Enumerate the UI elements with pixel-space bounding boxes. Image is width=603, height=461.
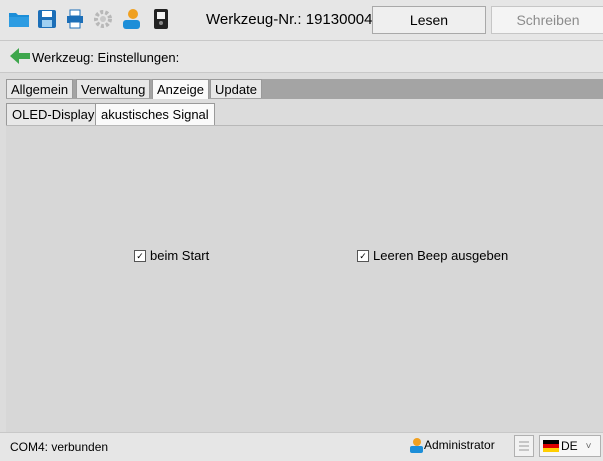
read-button[interactable]: Lesen	[372, 6, 486, 34]
empty-beep-checkbox[interactable]: ✓ Leeren Beep ausgeben	[357, 248, 508, 263]
user-name: Administrator	[424, 438, 495, 452]
save-disk-icon[interactable]	[34, 4, 60, 34]
tab-oled-display[interactable]: OLED-Display	[6, 103, 101, 125]
user-status[interactable]: Administrator	[408, 437, 495, 453]
back-arrow-icon[interactable]	[10, 48, 30, 69]
start-checkbox-label: beim Start	[150, 248, 210, 263]
language-select[interactable]: DE ˅	[539, 435, 601, 457]
chevron-down-icon[interactable]: ˅	[586, 441, 592, 452]
main-toolbar: Werkzeug-Nr.: 19130004 Lesen Schreiben	[0, 0, 603, 41]
tab-verwaltung[interactable]: Verwaltung	[76, 79, 151, 98]
main-tabs: Allgemein Verwaltung Anzeige Update	[6, 79, 603, 99]
checkbox-checked-icon[interactable]: ✓	[134, 249, 146, 262]
administrator-icon	[410, 438, 423, 453]
tab-anzeige[interactable]: Anzeige	[152, 79, 209, 99]
tab-acoustic-signal[interactable]: akustisches Signal	[95, 103, 215, 125]
german-flag-icon	[543, 440, 559, 452]
write-button[interactable]: Schreiben	[491, 6, 603, 34]
breadcrumb-label: Werkzeug: Einstellungen:	[32, 50, 180, 65]
open-folder-icon[interactable]	[6, 4, 32, 34]
empty-beep-checkbox-label: Leeren Beep ausgeben	[373, 248, 509, 263]
tab-allgemein[interactable]: Allgemein	[6, 79, 74, 98]
start-checkbox[interactable]: ✓ beim Start	[134, 248, 209, 263]
settings-gear-icon[interactable]	[90, 4, 116, 34]
checkbox-checked-icon[interactable]: ✓	[357, 249, 369, 262]
settings-panel	[6, 125, 603, 432]
device-icon[interactable]	[148, 4, 174, 34]
connection-status: COM4: verbunden	[10, 440, 109, 454]
user-icon[interactable]	[118, 4, 144, 34]
tab-update[interactable]: Update	[210, 79, 262, 98]
sub-tabs: OLED-Display akustisches Signal	[6, 103, 603, 125]
print-icon[interactable]	[62, 4, 88, 34]
tool-number-label: Werkzeug-Nr.: 19130004	[206, 11, 373, 28]
page-icon[interactable]	[514, 435, 534, 457]
language-code: DE	[561, 439, 578, 453]
